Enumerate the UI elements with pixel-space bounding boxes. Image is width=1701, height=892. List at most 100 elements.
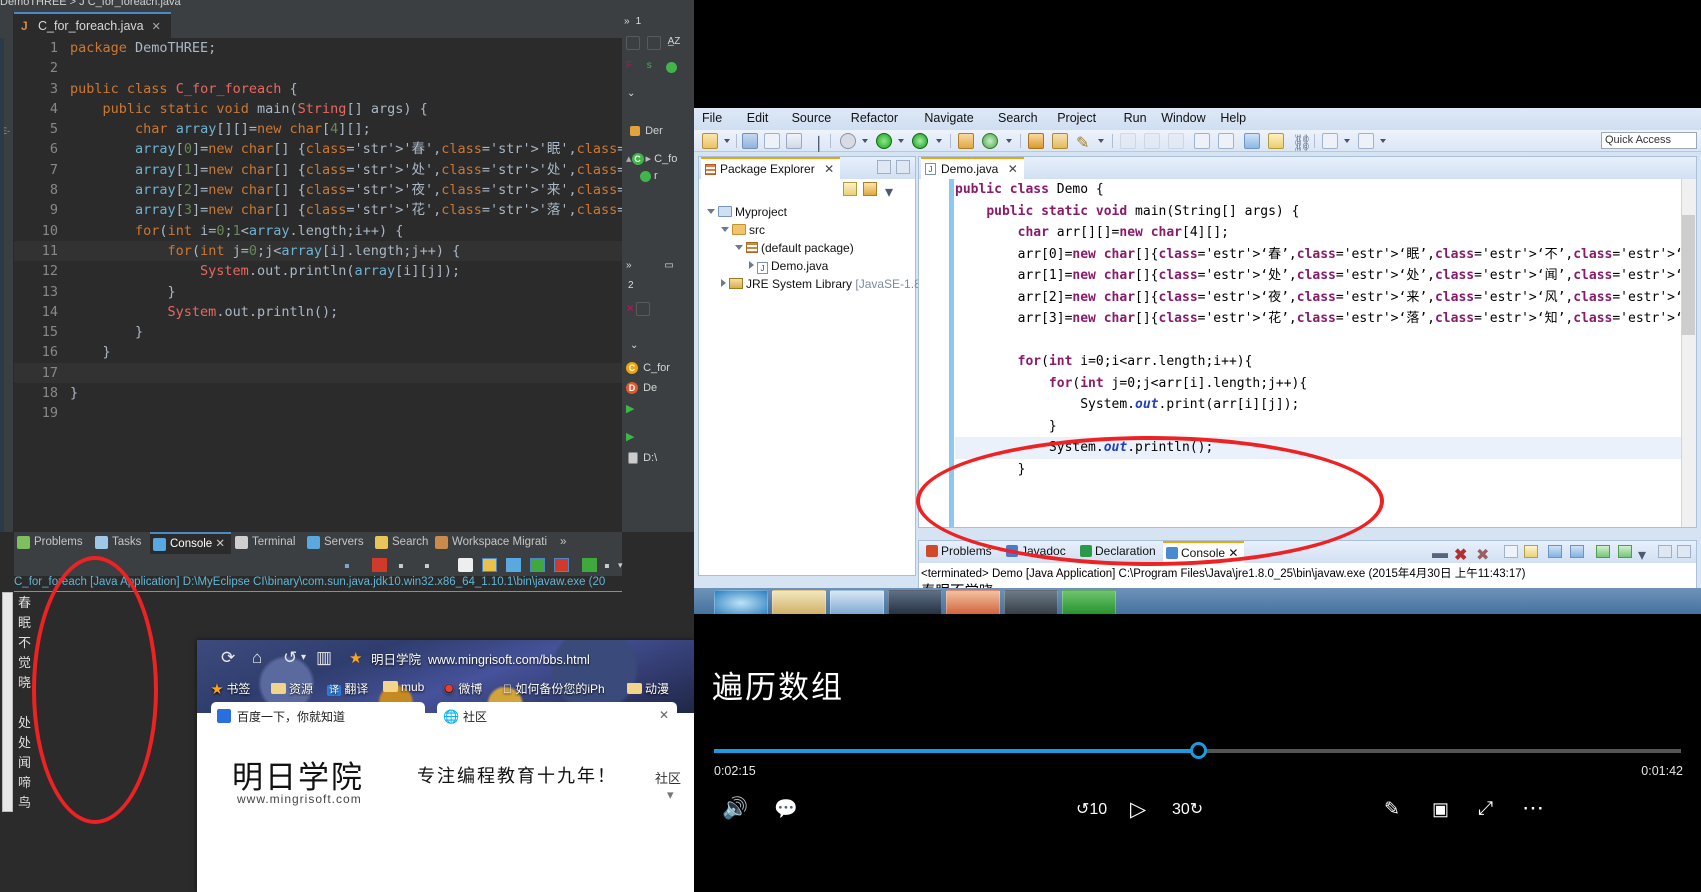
chevron-right-icon[interactable]: [721, 279, 726, 287]
marker-icon[interactable]: ✎: [1076, 133, 1092, 152]
terminate-icon[interactable]: ✖: [1454, 545, 1468, 564]
reader-icon[interactable]: ▥: [316, 648, 332, 668]
bookmark-star-icon[interactable]: ★: [349, 649, 362, 667]
fullscreen-icon[interactable]: ⤢: [1478, 798, 1493, 820]
console-tab-workspace-migrati[interactable]: Workspace Migrati: [432, 532, 553, 554]
new-class-caret[interactable]: [1006, 139, 1012, 143]
toggle-block-icon[interactable]: [1194, 133, 1210, 149]
console-tab-terminal[interactable]: Terminal: [232, 532, 301, 554]
taskbar-explorer-icon[interactable]: [772, 590, 826, 616]
new-java-project-icon[interactable]: [958, 133, 974, 149]
marker-caret[interactable]: [1098, 139, 1104, 143]
menu-file[interactable]: File: [702, 111, 722, 125]
remove-icon[interactable]: ▪: [398, 558, 413, 575]
link-with-editor-icon[interactable]: [863, 182, 877, 196]
code-editor-left[interactable]: 1 package DemoTHREE; 2 3 public class C_for_…: [14, 38, 622, 532]
tree-item-src[interactable]: src: [721, 223, 765, 237]
console-menu-caret[interactable]: ▾: [618, 560, 633, 574]
console-tab-tasks[interactable]: Tasks: [92, 532, 147, 554]
play-icon[interactable]: ▷: [1130, 797, 1146, 822]
console-tab-console[interactable]: Console ✕: [150, 532, 232, 554]
menu-refactor[interactable]: Refactor: [851, 111, 898, 125]
menu-search[interactable]: Search: [998, 111, 1038, 125]
filter-icon[interactable]: F: [626, 60, 640, 74]
previous-edit-icon[interactable]: [1322, 133, 1338, 149]
site-nav-community[interactable]: 社区 ▾: [655, 768, 694, 803]
quick-access-field[interactable]: Quick Access: [1601, 132, 1697, 149]
remove-all-icon[interactable]: ▪: [424, 558, 439, 575]
bookmark-6[interactable]:  如何备份您的iPh: [503, 680, 605, 697]
structure-icon[interactable]: [626, 36, 640, 50]
console-tab-problems[interactable]: Problems: [14, 532, 89, 554]
word-wrap-icon[interactable]: [506, 558, 521, 572]
tree-item--default-package-[interactable]: (default package): [735, 241, 854, 255]
console-scrollbar[interactable]: [2, 592, 13, 812]
run-caret[interactable]: [898, 139, 904, 143]
outline-item-method[interactable]: r: [640, 170, 658, 182]
close-icon[interactable]: ✕: [1008, 162, 1018, 176]
pen-icon[interactable]: ❘: [812, 133, 828, 152]
run-external-icon[interactable]: [912, 133, 928, 149]
display-console-icon[interactable]: [1596, 545, 1610, 558]
taskbar-green-icon[interactable]: [1062, 590, 1116, 616]
menu-help[interactable]: Help: [1220, 111, 1246, 125]
taskbar-paint-icon[interactable]: [830, 590, 884, 616]
draw-pen-icon[interactable]: ✎: [1384, 798, 1400, 821]
back-nav-icon[interactable]: [1168, 133, 1184, 149]
menu-source[interactable]: Source: [792, 111, 832, 125]
taskbar-ie-icon[interactable]: [714, 590, 768, 616]
previous-edit-caret[interactable]: [1344, 139, 1350, 143]
new-dropdown-caret[interactable]: [724, 139, 730, 143]
home-icon[interactable]: ⌂: [252, 648, 262, 668]
terminate-icon[interactable]: [372, 558, 387, 572]
remove-all-terminated-icon[interactable]: ✖: [1476, 545, 1490, 564]
prev-annotation-icon[interactable]: [1144, 133, 1160, 149]
console-tab-search[interactable]: Search: [372, 532, 434, 554]
subtitles-icon[interactable]: 💬: [774, 797, 798, 821]
minimize-icon[interactable]: [1658, 545, 1672, 558]
save-icon[interactable]: [742, 133, 758, 149]
servers-item[interactable]: C C_for: [626, 362, 670, 375]
bookmark-4[interactable]: mub: [383, 680, 424, 694]
menu-project[interactable]: Project: [1057, 111, 1096, 125]
refresh-icon[interactable]: ⟳: [221, 648, 235, 668]
close-icon[interactable]: ✕: [824, 162, 834, 176]
chevron-down-icon[interactable]: [707, 209, 715, 214]
maximize-icon[interactable]: [1677, 545, 1691, 558]
new-icon[interactable]: [702, 133, 718, 149]
open-console-icon[interactable]: [1618, 545, 1632, 558]
collapse-all-icon[interactable]: [843, 182, 857, 196]
open-perspective-icon[interactable]: [1244, 133, 1260, 149]
static-icon[interactable]: s: [647, 60, 661, 74]
save-all-icon[interactable]: [764, 133, 780, 149]
panel-icon-row-3[interactable]: ✕: [626, 300, 652, 318]
tab-demo-java[interactable]: J Demo.java ✕: [921, 157, 1024, 179]
run-icon[interactable]: [876, 133, 892, 149]
back-icon[interactable]: ↺: [283, 648, 297, 668]
next-edit-caret[interactable]: [1380, 139, 1386, 143]
tab-package-explorer[interactable]: Package Explorer ✕: [701, 157, 841, 179]
bookmark-7[interactable]: 动漫: [627, 680, 669, 697]
minimize-icon[interactable]: [877, 160, 891, 174]
tree-item-myproject[interactable]: Myproject: [707, 205, 787, 219]
browser-tab-1[interactable]: 百度一下，你就知道: [211, 702, 425, 730]
frame-icon[interactable]: [636, 302, 651, 316]
bookmark-3[interactable]: 译 翻译: [327, 680, 368, 697]
debug-caret[interactable]: [862, 139, 868, 143]
taskbar-powerpoint-icon[interactable]: [946, 590, 1000, 616]
console-menu-caret[interactable]: ▾: [1638, 545, 1652, 564]
refresh-icon[interactable]: ▪: [344, 558, 359, 575]
panel-collapse-2[interactable]: ⌄: [630, 340, 638, 351]
editor-vertical-scrollbar[interactable]: [1681, 179, 1696, 527]
seek-bar[interactable]: [714, 742, 1681, 759]
run-external-caret[interactable]: [936, 139, 942, 143]
forward-30-icon[interactable]: 30↻: [1172, 799, 1203, 819]
close-icon[interactable]: ✕: [659, 708, 669, 722]
browser-tab-2[interactable]: 🌐 社区 ✕: [437, 702, 677, 730]
menu-navigate[interactable]: Navigate: [924, 111, 973, 125]
panel-chevron-row-2[interactable]: » ▭: [626, 260, 674, 271]
picture-in-picture-icon[interactable]: ▣: [1432, 799, 1449, 820]
panel-chevron-row[interactable]: » 1: [624, 16, 641, 27]
collapse-chevron[interactable]: ⌄: [627, 88, 635, 99]
clear-console-icon[interactable]: [1504, 545, 1518, 558]
